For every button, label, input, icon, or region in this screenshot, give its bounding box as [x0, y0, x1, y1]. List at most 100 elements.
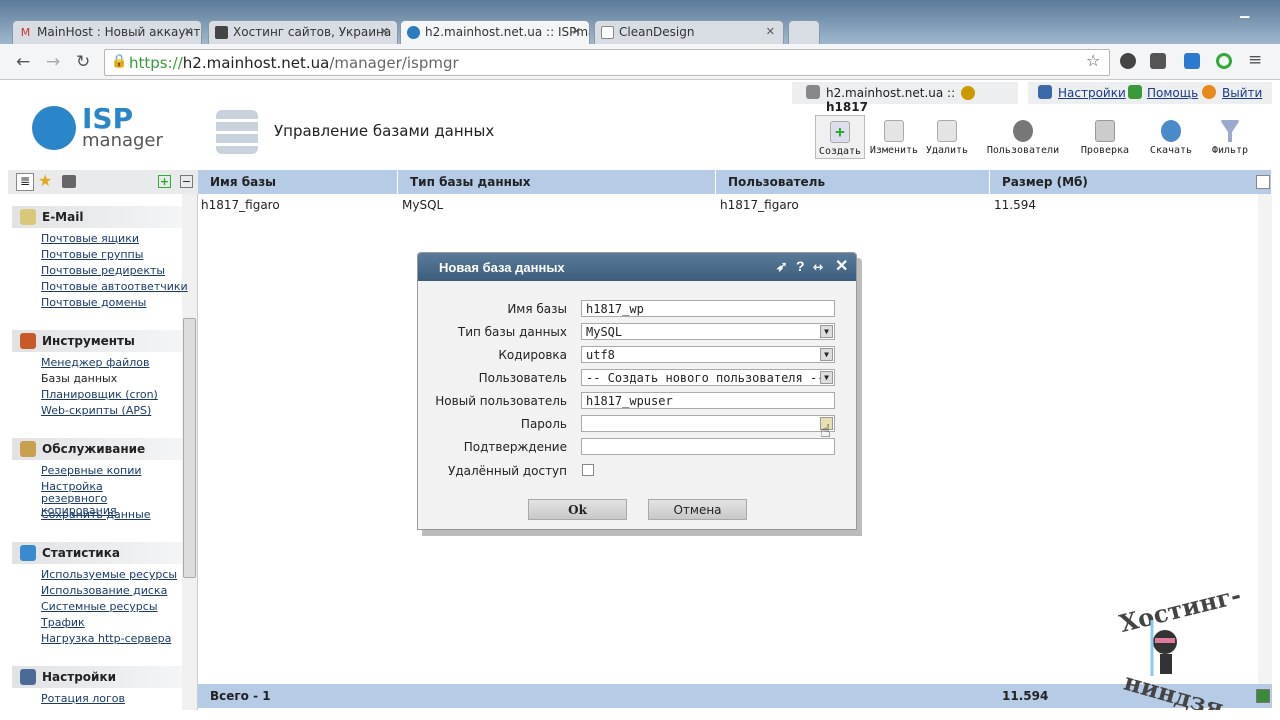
pin-icon[interactable]: ➶: [776, 258, 788, 275]
sidebar-item[interactable]: Резервные копии: [41, 465, 142, 477]
browser-tab[interactable]: CleanDesign ✕: [594, 20, 784, 44]
sidebar-item[interactable]: Используемые ресурсы: [41, 569, 177, 581]
mail-icon: [20, 209, 36, 225]
logout-link[interactable]: Выйти: [1222, 86, 1262, 100]
sidebar-item[interactable]: Базы данных: [41, 373, 117, 385]
total-size: 11.594: [1002, 689, 1049, 703]
header-links: Настройки Помощь Выйти: [1028, 82, 1272, 104]
sidebar-group-header[interactable]: Статистика: [12, 542, 182, 564]
settings-icon: [1038, 85, 1052, 99]
column-header-size[interactable]: Размер (Мб): [990, 170, 1272, 194]
sidebar-group-header[interactable]: Настройки: [12, 666, 182, 688]
chevron-down-icon[interactable]: ▼: [820, 371, 833, 384]
help-link[interactable]: Помощь: [1147, 86, 1198, 100]
sidebar-item[interactable]: Трафик: [41, 617, 85, 629]
extension-icon[interactable]: [1216, 53, 1232, 69]
close-tab-icon[interactable]: ✕: [766, 25, 775, 38]
new-tab-button[interactable]: [788, 20, 820, 44]
favorites-star-icon[interactable]: ★: [38, 171, 52, 190]
settings-link[interactable]: Настройки: [1058, 86, 1126, 100]
cell-type: MySQL: [402, 198, 444, 212]
chevron-down-icon[interactable]: ▼: [820, 325, 833, 338]
db-name-input[interactable]: h1817_wp: [581, 300, 835, 317]
close-tab-icon[interactable]: ✕: [380, 25, 389, 38]
browser-tab[interactable]: M MainHost : Новый аккаунт ✕: [12, 20, 202, 44]
list-icon[interactable]: ≣: [16, 173, 34, 191]
extension-icon[interactable]: [1120, 53, 1136, 69]
encoding-select[interactable]: utf8 ▼: [581, 346, 835, 363]
expand-icon[interactable]: ⇿: [813, 260, 823, 274]
menu-icon[interactable]: ≡: [1248, 50, 1262, 70]
sidebar-item[interactable]: Почтовые редиректы: [41, 265, 165, 277]
cancel-button[interactable]: Отмена: [648, 499, 747, 520]
filter-button[interactable]: Фильтр: [1206, 115, 1254, 159]
table-row[interactable]: h1817_figaro MySQL h1817_figaro 11.594: [198, 196, 1258, 214]
check-button[interactable]: Проверка: [1076, 115, 1134, 159]
remote-access-checkbox[interactable]: [582, 464, 594, 476]
close-icon[interactable]: ✕: [835, 256, 848, 276]
confirm-password-input[interactable]: [581, 438, 835, 455]
users-button[interactable]: Пользователи: [984, 115, 1062, 159]
sidebar-group-header[interactable]: E-Mail: [12, 206, 182, 228]
reload-icon[interactable]: ↻: [76, 52, 90, 72]
total-label: Всего - 1: [210, 689, 271, 703]
create-icon: +: [830, 121, 850, 143]
group-title: Статистика: [42, 546, 120, 560]
expand-all-icon[interactable]: +: [158, 175, 171, 188]
ok-button[interactable]: Ok: [528, 499, 627, 520]
sidebar-item[interactable]: Нагрузка http-сервера: [41, 633, 171, 645]
extension-icon[interactable]: [1150, 53, 1166, 69]
edit-button[interactable]: Изменить: [866, 115, 922, 159]
help-icon[interactable]: ?: [796, 258, 805, 274]
column-header-user[interactable]: Пользователь: [716, 170, 990, 194]
back-icon[interactable]: ←: [16, 52, 30, 72]
download-button[interactable]: Скачать: [1146, 115, 1196, 159]
minimize-icon[interactable]: ▁: [1240, 4, 1266, 18]
db-type-select[interactable]: MySQL ▼: [581, 323, 835, 340]
password-label: Пароль: [520, 417, 567, 431]
excel-export-icon[interactable]: [1256, 689, 1270, 703]
sidebar-item[interactable]: Менеджер файлов: [41, 357, 150, 369]
svg-text:Хостинг-: Хостинг-: [1116, 580, 1240, 638]
url-host: h2.mainhost.net.ua: [182, 54, 330, 72]
close-tab-icon[interactable]: ✕: [184, 25, 193, 38]
table-scrollbar[interactable]: [1258, 194, 1272, 684]
sidebar-item[interactable]: Почтовые ящики: [41, 233, 139, 245]
sidebar-group-header[interactable]: Обслуживание: [12, 438, 182, 460]
sidebar-item[interactable]: Системные ресурсы: [41, 601, 158, 613]
sidebar-item[interactable]: Использование диска: [41, 585, 167, 597]
url-input[interactable]: 🔒 https://h2.mainhost.net.ua/manager/ispm…: [104, 49, 1110, 76]
server-icon: [806, 85, 820, 99]
sidebar-item[interactable]: Ротация логов: [41, 693, 125, 705]
delete-button[interactable]: Удалить: [922, 115, 972, 159]
browser-tab[interactable]: Хостинг сайтов, Украина ✕: [208, 20, 398, 44]
user-select[interactable]: -- Создать нового пользователя -- ▼: [581, 369, 835, 386]
sidebar-item[interactable]: Почтовые домены: [41, 297, 146, 309]
logo-icon: [32, 106, 76, 150]
create-button[interactable]: + Создать: [815, 115, 865, 159]
new-user-input[interactable]: h1817_wpuser: [581, 392, 835, 409]
close-tab-icon[interactable]: ✕: [572, 25, 581, 38]
check-label: Проверка: [1080, 145, 1130, 156]
sidebar-item[interactable]: Планировщик (cron): [41, 389, 158, 401]
extension-icon[interactable]: [1184, 53, 1200, 69]
sidebar-item[interactable]: Почтовые группы: [41, 249, 143, 261]
forward-icon[interactable]: →: [46, 52, 60, 72]
new-user-label: Новый пользователь: [435, 394, 567, 408]
column-header-type[interactable]: Тип базы данных: [398, 170, 716, 194]
chevron-down-icon[interactable]: ▼: [820, 348, 833, 361]
clipboard-icon[interactable]: [62, 175, 76, 188]
bookmark-star-icon[interactable]: ☆: [1086, 51, 1100, 70]
scrollbar-thumb[interactable]: [183, 318, 196, 578]
password-input[interactable]: [581, 415, 835, 432]
sidebar-group-header[interactable]: Инструменты: [12, 330, 182, 352]
sidebar-item[interactable]: Web-скрипты (APS): [41, 405, 151, 417]
sidebar-item[interactable]: Сохранить данные: [41, 509, 151, 521]
column-settings-icon[interactable]: [1256, 175, 1270, 189]
sidebar-scrollbar[interactable]: [182, 194, 197, 710]
browser-tab-active[interactable]: h2.mainhost.net.ua :: ISPmanager✕: [400, 20, 590, 44]
sidebar-item[interactable]: Почтовые автоответчики: [41, 281, 188, 293]
column-header-name[interactable]: Имя базы: [198, 170, 398, 194]
collapse-all-icon[interactable]: −: [180, 175, 193, 188]
dialog-titlebar[interactable]: Новая база данных ➶ ? ⇿ ✕: [418, 253, 856, 281]
